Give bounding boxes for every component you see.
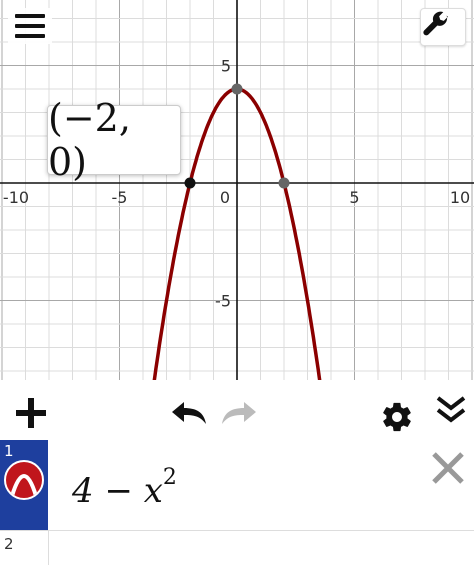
x-tick-label: 10 xyxy=(450,188,470,207)
expression-index: 1 xyxy=(4,442,14,460)
undo-icon xyxy=(172,402,206,424)
x-tick-label: 0 xyxy=(220,188,230,207)
x-tick-label: -5 xyxy=(112,188,128,207)
expression-input[interactable]: 4 − x2 xyxy=(72,465,177,511)
wrench-icon xyxy=(423,11,448,36)
wrench-button[interactable] xyxy=(420,8,466,46)
undo-button[interactable] xyxy=(166,396,212,430)
plus-icon xyxy=(16,398,46,428)
double-chevron-down-icon xyxy=(436,396,466,423)
y-tick-label: 5 xyxy=(221,57,231,76)
point-coordinate-label: (−2, 0) xyxy=(48,96,131,184)
expression-base: 4 − x xyxy=(72,471,163,511)
collapse-keypad-button[interactable] xyxy=(432,392,470,428)
expression-row[interactable]: 1 4 − x2 xyxy=(0,440,474,531)
parabola-style-icon[interactable] xyxy=(4,460,44,500)
x-intercept-point xyxy=(278,177,290,189)
settings-button[interactable] xyxy=(378,398,416,436)
point-coordinate-tooltip: (−2, 0) xyxy=(47,96,181,184)
redo-button[interactable] xyxy=(216,396,262,430)
expression-index-tab[interactable]: 1 xyxy=(0,440,48,530)
vertex-point xyxy=(231,83,243,95)
add-expression-button[interactable] xyxy=(12,394,50,432)
graph-svg[interactable]: -10 -5 0 5 10 5 -5 xyxy=(0,0,474,380)
expression-index-tab[interactable]: 2 xyxy=(0,531,49,565)
gear-icon xyxy=(383,402,411,432)
menu-icon-bar xyxy=(15,34,45,38)
expression-exponent: 2 xyxy=(162,465,177,490)
close-icon xyxy=(432,452,464,484)
expression-index: 2 xyxy=(4,535,14,553)
x-tick-label: 5 xyxy=(349,188,359,207)
expression-list: 1 4 − x2 2 xyxy=(0,440,474,565)
graph-canvas[interactable]: -10 -5 0 5 10 5 -5 (−2, 0) xyxy=(0,0,474,380)
expression-row-empty[interactable]: 2 xyxy=(0,531,474,565)
menu-icon-bar xyxy=(15,14,45,18)
x-tick-label: -10 xyxy=(3,188,29,207)
y-tick-label: -5 xyxy=(215,292,231,311)
expression-toolbar xyxy=(0,380,474,442)
menu-button[interactable] xyxy=(8,8,52,44)
selected-x-intercept-point xyxy=(184,177,196,189)
curve-icon xyxy=(10,474,38,497)
delete-expression-button[interactable] xyxy=(428,448,468,488)
redo-icon xyxy=(222,402,256,424)
menu-icon-bar xyxy=(15,24,45,28)
